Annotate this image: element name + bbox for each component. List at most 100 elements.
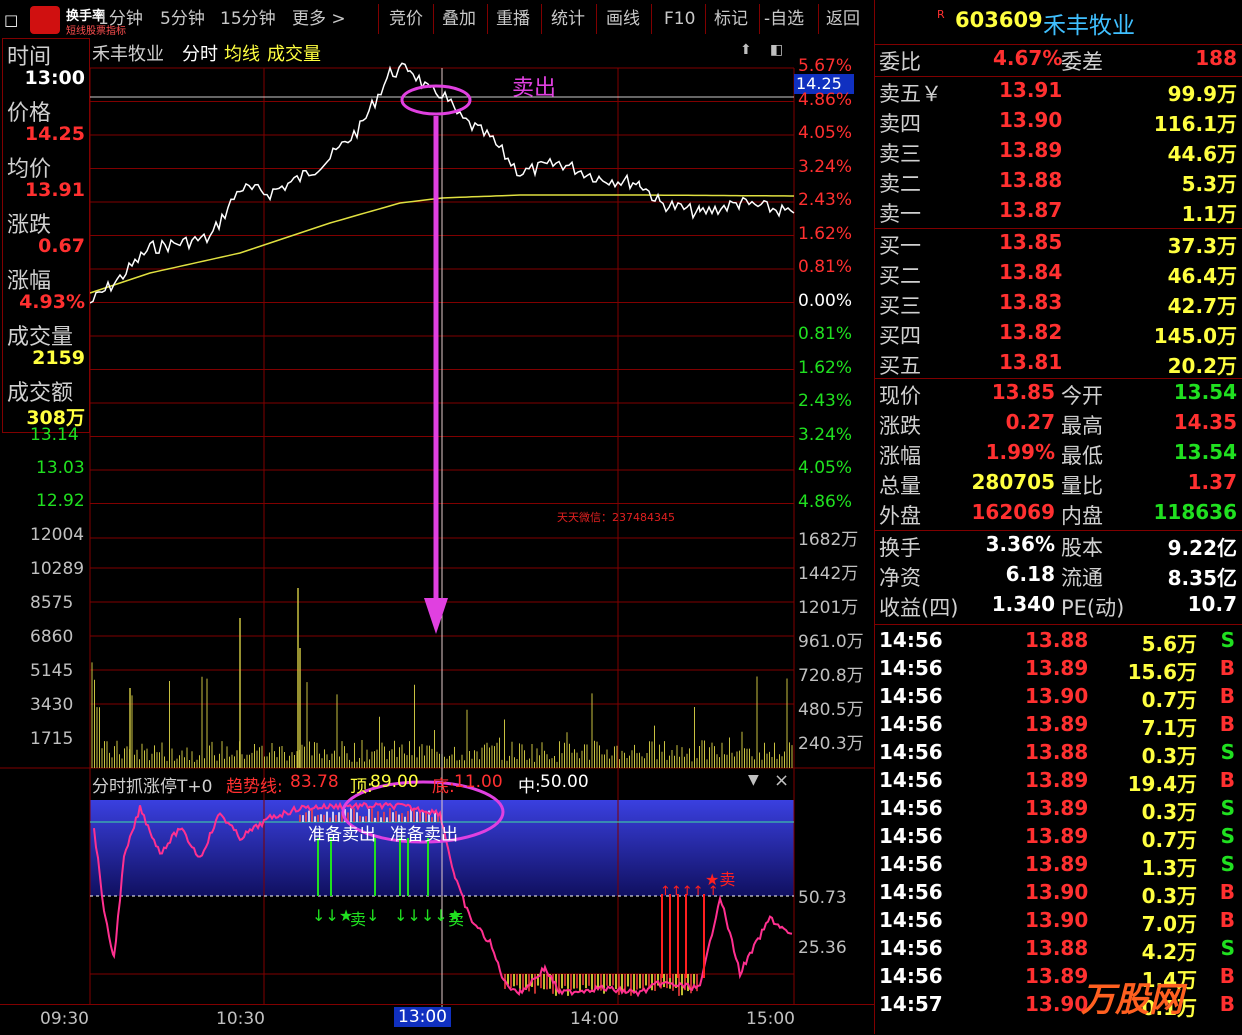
indicator-axis-label: 50.73: [798, 888, 847, 908]
bids-volume: 37.3万: [1167, 234, 1237, 258]
tick-row[interactable]: 14:56 13.89 1.3万 S: [875, 852, 1242, 880]
asks-row[interactable]: 卖五￥ 13.91 99.9万: [875, 78, 1242, 108]
stats-row: 涨幅 1.99% 最低 13.54: [875, 440, 1242, 470]
tick-price: 13.90: [1025, 684, 1089, 708]
toolbar-divider: [487, 4, 488, 34]
asks-volume: 99.9万: [1167, 82, 1237, 106]
btn-remove-watchlist[interactable]: -自选: [764, 6, 804, 32]
tick-volume: 0.3万: [1141, 884, 1197, 908]
weibi-value: 4.67%: [993, 46, 1063, 70]
tick-time: 14:56: [879, 880, 943, 904]
tick-time: 14:56: [879, 936, 943, 960]
info-value-avg: 13.91: [24, 179, 85, 201]
btn-replay[interactable]: 重播: [496, 6, 530, 32]
bids-row[interactable]: 买三 13.83 42.7万: [875, 290, 1242, 320]
asks-label: 卖四: [879, 112, 921, 136]
stock-name: 禾丰牧业: [1043, 13, 1135, 39]
tab-15min[interactable]: 15分钟: [220, 6, 276, 32]
price-axis-left-label: 13.03: [36, 458, 85, 478]
tick-row[interactable]: 14:56 13.89 15.6万 B: [875, 656, 1242, 684]
btn-draw[interactable]: 画线: [606, 6, 640, 32]
tick-side: B: [1219, 964, 1235, 988]
toolbar-divider: [818, 4, 819, 34]
btn-back[interactable]: 返回: [826, 6, 860, 32]
btn-f10[interactable]: F10: [664, 6, 695, 32]
tick-price: 13.90: [1025, 908, 1089, 932]
btn-mark[interactable]: 标记: [714, 6, 748, 32]
fundamental-value: 3.36%: [985, 532, 1055, 556]
volume-axis-left-label: 8575: [30, 593, 74, 613]
tick-row[interactable]: 14:56 13.90 0.3万 B: [875, 880, 1242, 908]
price-axis-left-label: 12.92: [36, 491, 85, 511]
tick-volume: 0.3万: [1141, 744, 1197, 768]
tick-row[interactable]: 14:56 13.90 7.0万 B: [875, 908, 1242, 936]
asks-row[interactable]: 卖二 13.88 5.3万: [875, 168, 1242, 198]
quote-panel: R 603609 禾丰牧业 委比 4.67% 委差 188 卖五￥ 13.91 99…: [874, 0, 1242, 1034]
tick-price: 13.89: [1025, 656, 1089, 680]
tick-row[interactable]: 14:56 13.88 5.6万 S: [875, 628, 1242, 656]
stat-value: 280705: [971, 470, 1056, 494]
indicator-bottom-value: 11.00: [454, 772, 503, 792]
tick-time: 14:57: [879, 992, 943, 1016]
asks-volume: 44.6万: [1167, 142, 1237, 166]
volume-axis-left-label: 5145: [30, 661, 74, 681]
fundamental-value: 9.22亿: [1167, 536, 1237, 560]
tick-volume: 7.1万: [1141, 716, 1197, 740]
tick-row[interactable]: 14:57 13.90 0.1万 B: [875, 992, 1242, 1020]
asks-row[interactable]: 卖一 13.87 1.1万: [875, 198, 1242, 228]
tick-row[interactable]: 14:56 13.89 0.7万 S: [875, 824, 1242, 852]
btn-stats[interactable]: 统计: [551, 6, 585, 32]
bids-row[interactable]: 买一 13.85 37.3万: [875, 230, 1242, 260]
asks-row[interactable]: 卖三 13.89 44.6万: [875, 138, 1242, 168]
tick-row[interactable]: 14:56 13.89 1.4万 B: [875, 964, 1242, 992]
weibi-row: 委比 4.67% 委差 188: [875, 46, 1242, 76]
divider: [875, 624, 1242, 625]
btn-auction[interactable]: 竞价: [389, 6, 423, 32]
indicator-close-icon[interactable]: ×: [774, 770, 789, 791]
info-value-pct: 4.93%: [19, 291, 85, 313]
volume-axis-right-label: 720.8万: [798, 666, 864, 686]
toolbar-divider: [378, 4, 379, 34]
pct-axis-label: 4.05%: [798, 458, 853, 478]
chart-window-icon[interactable]: ◧: [770, 42, 783, 58]
bids-row[interactable]: 买四 13.82 145.0万: [875, 320, 1242, 350]
indicator-dropdown-icon[interactable]: ▼: [748, 772, 759, 788]
pct-axis-label: 3.24%: [798, 425, 853, 445]
chart-up-icon[interactable]: ⬆: [740, 42, 752, 58]
tick-volume: 0.7万: [1141, 828, 1197, 852]
tick-row[interactable]: 14:56 13.89 7.1万 B: [875, 712, 1242, 740]
stat-label: 量比: [1061, 474, 1103, 498]
tick-row[interactable]: 14:56 13.90 0.7万 B: [875, 684, 1242, 712]
intraday-chart[interactable]: [0, 38, 874, 1034]
indicator-axis-label: 25.36: [798, 938, 847, 958]
bids-volume: 145.0万: [1153, 324, 1237, 348]
fundamental-value: 6.18: [1005, 562, 1055, 586]
time-label: 14:00: [570, 1009, 619, 1029]
asks-volume: 1.1万: [1181, 202, 1237, 226]
tab-1min[interactable]: 1分钟: [98, 6, 143, 32]
asks-row[interactable]: 卖四 13.90 116.1万: [875, 108, 1242, 138]
btn-overlay[interactable]: 叠加: [442, 6, 476, 32]
volume-axis-left-label: 6860: [30, 627, 74, 647]
stat-label: 现价: [879, 384, 921, 408]
pct-axis-label: 4.05%: [798, 123, 853, 143]
asks-label: 卖三: [879, 142, 921, 166]
bids-price: 13.84: [999, 260, 1063, 284]
tick-row[interactable]: 14:56 13.89 0.3万 S: [875, 796, 1242, 824]
toolbar-divider: [596, 4, 597, 34]
volume-axis-right-label: 480.5万: [798, 700, 864, 720]
bids-row[interactable]: 买二 13.84 46.4万: [875, 260, 1242, 290]
tick-time: 14:56: [879, 740, 943, 764]
toolbar-divider: [759, 4, 760, 34]
tick-row[interactable]: 14:56 13.88 4.2万 S: [875, 936, 1242, 964]
tab-5min[interactable]: 5分钟: [160, 6, 205, 32]
fundamental-value: 1.340: [991, 592, 1055, 616]
fundamental-row: 净资 6.18 流通 8.35亿: [875, 562, 1242, 592]
info-value-price: 14.25: [24, 123, 85, 145]
asks-price: 13.87: [999, 198, 1063, 222]
tick-row[interactable]: 14:56 13.89 19.4万 B: [875, 768, 1242, 796]
tab-fenshi-icon[interactable]: □: [4, 7, 18, 33]
tick-row[interactable]: 14:56 13.88 0.3万 S: [875, 740, 1242, 768]
tab-more[interactable]: 更多 >: [292, 6, 346, 32]
bids-row[interactable]: 买五 13.81 20.2万: [875, 350, 1242, 380]
